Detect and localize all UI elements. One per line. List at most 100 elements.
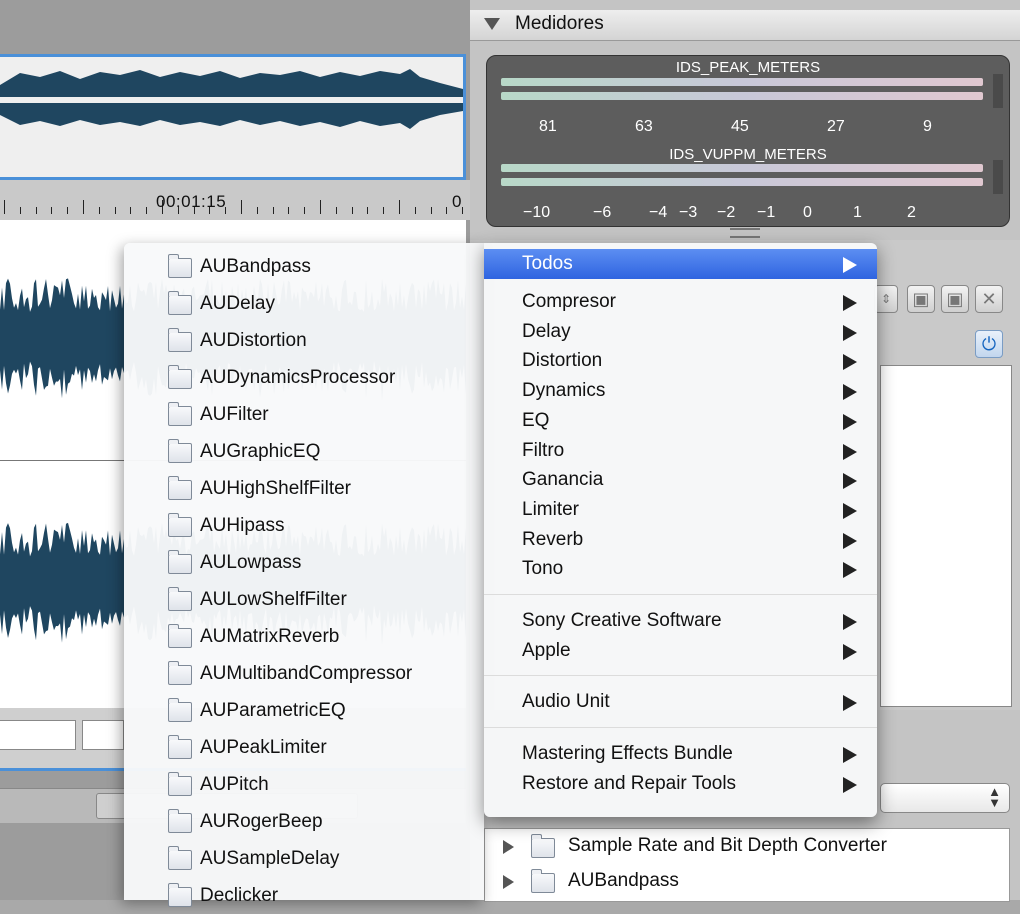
menu-separator bbox=[484, 675, 877, 677]
menu-item-dynamics[interactable]: Dynamics bbox=[484, 376, 877, 406]
submenu-item-label: AULowShelfFilter bbox=[200, 589, 347, 610]
plugin-folder-icon bbox=[168, 365, 192, 389]
ruler-tick bbox=[462, 207, 464, 214]
menu-item-limiter[interactable]: Limiter bbox=[484, 495, 877, 525]
menu-item-mastering-effects-bundle[interactable]: Mastering Effects Bundle bbox=[484, 739, 877, 769]
plugin-folder-icon bbox=[168, 513, 192, 537]
peak-meter-bar-left bbox=[501, 78, 983, 86]
submenu-item-aufilter[interactable]: AUFilter bbox=[124, 396, 484, 433]
submenu-item-aumatrixreverb[interactable]: AUMatrixReverb bbox=[124, 618, 484, 655]
menu-item-filtro[interactable]: Filtro bbox=[484, 436, 877, 466]
plugin-chain-select[interactable]: ▲ ▼ bbox=[880, 783, 1010, 813]
vu-scale-tick: 2 bbox=[907, 204, 916, 221]
ruler-tick bbox=[98, 207, 100, 214]
submenu-item-aulowpass[interactable]: AULowpass bbox=[124, 544, 484, 581]
menu-item-todos[interactable]: Todos bbox=[484, 249, 877, 279]
ruler-tick bbox=[304, 207, 306, 214]
submenu-item-audynamicsprocessor[interactable]: AUDynamicsProcessor bbox=[124, 359, 484, 396]
submenu-arrow-icon bbox=[843, 695, 857, 712]
submenu-item-aupeaklimiter[interactable]: AUPeakLimiter bbox=[124, 729, 484, 766]
menu-item-ganancia[interactable]: Ganancia bbox=[484, 465, 877, 495]
submenu-item-aupitch[interactable]: AUPitch bbox=[124, 766, 484, 803]
submenu-item-label: AUSampleDelay bbox=[200, 848, 340, 869]
vu-meter-scroll bbox=[993, 160, 1003, 194]
plugin-folder-icon bbox=[168, 328, 192, 352]
menu-item-tono[interactable]: Tono bbox=[484, 554, 877, 584]
submenu-arrow-icon bbox=[843, 562, 857, 579]
menu-item-label: Todos bbox=[522, 253, 573, 274]
menu-item-sony-creative-software[interactable]: Sony Creative Software bbox=[484, 606, 877, 636]
plugin-folder-icon bbox=[168, 846, 192, 870]
submenu-arrow-icon bbox=[843, 257, 857, 273]
overview-waveform-top bbox=[0, 69, 463, 97]
waveform-overview[interactable] bbox=[0, 54, 466, 180]
menu-item-label: Distortion bbox=[522, 350, 603, 372]
submenu-item-aulowshelffilter[interactable]: AULowShelfFilter bbox=[124, 581, 484, 618]
plugin-folder-icon bbox=[168, 439, 192, 463]
ruler-tick bbox=[430, 207, 432, 214]
menu-item-label: Filtro bbox=[522, 439, 565, 461]
submenu-item-aumultibandcompressor[interactable]: AUMultibandCompressor bbox=[124, 655, 484, 692]
menu-item-restore-and-repair-tools[interactable]: Restore and Repair Tools bbox=[484, 769, 877, 799]
close-preset-button[interactable]: ✕ bbox=[975, 285, 1003, 313]
menu-item-eq[interactable]: EQ bbox=[484, 406, 877, 436]
submenu-arrow-icon bbox=[843, 473, 857, 490]
ruler-tick bbox=[4, 200, 5, 214]
submenu-item-audelay[interactable]: AUDelay bbox=[124, 285, 484, 322]
timeline-ruler[interactable] bbox=[0, 180, 470, 220]
select-arrows-icon: ▲ ▼ bbox=[988, 784, 1001, 810]
selection-end-field[interactable] bbox=[82, 720, 124, 750]
ruler-tick bbox=[399, 200, 400, 214]
preset-stepper[interactable]: ⇕ bbox=[874, 285, 898, 313]
panel-resize-grip[interactable] bbox=[730, 228, 760, 238]
menu-item-compresor[interactable]: Compresor bbox=[484, 287, 877, 317]
vu-scale-tick: 1 bbox=[853, 204, 862, 221]
meters-title: Medidores bbox=[515, 13, 604, 34]
submenu-item-aurogerbeep[interactable]: AURogerBeep bbox=[124, 803, 484, 840]
plugin-folder-icon bbox=[168, 254, 192, 278]
submenu-item-auhipass[interactable]: AUHipass bbox=[124, 507, 484, 544]
menu-item-reverb[interactable]: Reverb bbox=[484, 525, 877, 555]
submenu-item-auhighshelffilter[interactable]: AUHighShelfFilter bbox=[124, 470, 484, 507]
submenu-item-ausampledelay[interactable]: AUSampleDelay bbox=[124, 840, 484, 877]
menu-item-label: Apple bbox=[522, 639, 571, 661]
peak-scale-tick: 63 bbox=[635, 118, 653, 135]
submenu-item-label: AUParametricEQ bbox=[200, 700, 346, 721]
collapse-triangle-icon[interactable] bbox=[484, 18, 500, 30]
ruler-tick bbox=[256, 207, 258, 214]
submenu-item-auparametriceq[interactable]: AUParametricEQ bbox=[124, 692, 484, 729]
selection-start-field[interactable] bbox=[0, 720, 76, 750]
submenu-arrow-icon bbox=[843, 502, 857, 519]
menu-item-delay[interactable]: Delay bbox=[484, 317, 877, 347]
save-as-preset-button[interactable]: ▣ bbox=[941, 285, 969, 313]
submenu-item-label: AUMultibandCompressor bbox=[200, 663, 413, 684]
submenu-item-label: AULowpass bbox=[200, 552, 302, 573]
disclosure-triangle-icon[interactable] bbox=[503, 840, 514, 854]
submenu-item-aubandpass[interactable]: AUBandpass bbox=[124, 248, 484, 285]
submenu-item-declicker[interactable]: Declicker bbox=[124, 877, 484, 914]
ruler-tick bbox=[383, 207, 385, 214]
submenu-item-augraphiceq[interactable]: AUGraphicEQ bbox=[124, 433, 484, 470]
submenu-item-label: AUMatrixReverb bbox=[200, 626, 340, 647]
submenu-item-audistortion[interactable]: AUDistortion bbox=[124, 322, 484, 359]
menu-item-audio-unit[interactable]: Audio Unit bbox=[484, 687, 877, 717]
plugin-folder-icon bbox=[168, 476, 192, 500]
vu-meter-bar-right bbox=[501, 178, 983, 186]
overview-waveform bbox=[0, 69, 463, 129]
submenu-item-label: Declicker bbox=[200, 885, 279, 906]
plugin-folder-icon bbox=[168, 291, 192, 315]
menu-separator bbox=[484, 727, 877, 729]
bypass-power-button[interactable]: ⏻ bbox=[975, 330, 1003, 358]
disclosure-triangle-icon[interactable] bbox=[503, 875, 514, 889]
ruler-tick bbox=[288, 207, 290, 214]
ruler-edge-label: 0 bbox=[452, 192, 462, 211]
menu-item-distortion[interactable]: Distortion bbox=[484, 346, 877, 376]
overview-waveform-bottom bbox=[0, 103, 463, 129]
save-preset-button[interactable]: ▣ bbox=[907, 285, 935, 313]
peak-meter-label: IDS_PEAK_METERS bbox=[675, 59, 821, 76]
menu-item-apple[interactable]: Apple bbox=[484, 636, 877, 666]
vu-meter-bar-left bbox=[501, 164, 983, 172]
ruler-tick bbox=[51, 207, 53, 214]
ruler-tick bbox=[335, 207, 337, 214]
ruler-tick bbox=[35, 207, 37, 214]
